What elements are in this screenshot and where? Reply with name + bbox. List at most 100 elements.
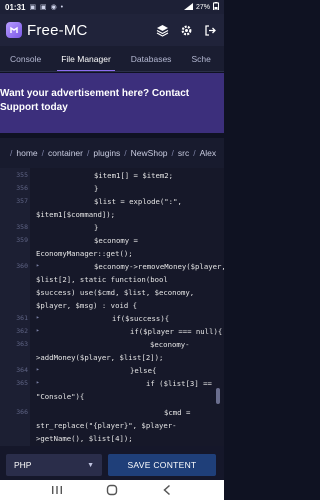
code-line: 366 $cmd = <box>0 408 224 420</box>
status-bar: 01:31 ▣ ▣ ◉ • 27% <box>0 0 224 14</box>
code-text: str_replace("{player}", $player- <box>36 421 177 430</box>
signal-icon <box>183 2 193 12</box>
line-number: 363 <box>16 340 28 348</box>
tab-label: Sche <box>191 53 211 64</box>
line-number: 365 <box>16 379 28 387</box>
code-line: 359 $economy = <box>0 236 224 248</box>
status-right: 27% <box>183 2 219 12</box>
line-number: 357 <box>16 197 28 205</box>
ad-text: Want your advertisement here? Contact Su… <box>0 88 190 113</box>
tab-label: Console <box>10 53 42 64</box>
code-text: $cmd = <box>164 408 191 417</box>
code-text: $item1[$command]); <box>36 210 116 219</box>
language-value: PHP <box>14 460 32 470</box>
code-line: $item1[$command]); <box>0 210 224 222</box>
notification-icons: ▣ ▣ ◉ • <box>29 4 65 11</box>
save-content-button[interactable]: SAVE CONTENT <box>108 454 216 476</box>
breadcrumb-separator: / <box>41 148 45 158</box>
breadcrumb: / home / container / plugins / NewShop /… <box>0 138 224 168</box>
breadcrumb-item[interactable]: plugins <box>93 148 120 158</box>
battery-icon <box>213 2 219 12</box>
fold-marker-icon[interactable]: ▸ <box>36 366 40 373</box>
code-text: if($success){ <box>112 314 170 323</box>
tab-label: Databases <box>130 53 172 64</box>
code-line: >getName(), $list[4]); <box>0 434 224 446</box>
logo-icon[interactable] <box>6 22 22 38</box>
code-line: $player, $msg) : void { <box>0 301 224 313</box>
breadcrumb-item[interactable]: home <box>16 148 37 158</box>
logo-text[interactable]: Free-MC <box>27 22 88 39</box>
app-header: Free-MC <box>0 14 224 46</box>
chevron-down-icon: ▼ <box>87 461 94 469</box>
code-text: if($player === null){ <box>130 327 223 336</box>
breadcrumb-separator: / <box>193 148 196 158</box>
code-text: $list = explode(":", <box>94 197 182 206</box>
server-tabs: Console File Manager Databases Sche <box>0 46 224 72</box>
fold-marker-icon[interactable]: ▸ <box>36 262 40 269</box>
line-number: 364 <box>16 366 28 374</box>
code-line: EconomyManager::get(); <box>0 249 224 261</box>
code-line: 361 ▸ if($success){ <box>0 314 224 326</box>
code-text: EconomyManager::get(); <box>36 249 133 258</box>
code-line: $success) use($cmd, $list, $economy, <box>0 288 224 300</box>
code-text: } <box>94 223 99 232</box>
line-number: 366 <box>16 408 28 416</box>
code-line: 365 ▸ if ($list[3] == <box>0 379 224 391</box>
home-icon[interactable] <box>105 483 119 497</box>
code-text: $economy = <box>94 236 138 245</box>
fold-marker-icon[interactable]: ▸ <box>36 314 40 321</box>
breadcrumb-item[interactable]: container <box>48 148 83 158</box>
code-editor[interactable]: 355 $item1[] = $item2; 356} 357 $list = expl… <box>0 168 224 446</box>
recent-apps-icon[interactable] <box>50 483 64 497</box>
code-text: $list[2], static function(bool <box>36 275 168 284</box>
code-line: 362 ▸ if($player === null){ <box>0 327 224 339</box>
layers-icon[interactable] <box>155 23 170 38</box>
code-line: 358} <box>0 223 224 235</box>
breadcrumb-item[interactable]: NewShop <box>131 148 168 158</box>
breadcrumb-separator: / <box>171 148 174 158</box>
tab-databases[interactable]: Databases <box>121 46 182 71</box>
code-text: } <box>94 184 99 193</box>
language-select[interactable]: PHP ▼ <box>6 454 102 476</box>
breadcrumb-separator: / <box>86 148 90 158</box>
gear-icon[interactable] <box>179 23 194 38</box>
line-number: 360 <box>16 262 28 270</box>
code-line: 360 ▸ $economy->removeMoney($player, <box>0 262 224 274</box>
tab-schedules[interactable]: Sche <box>181 46 220 71</box>
breadcrumb-separator: / <box>10 148 13 158</box>
code-line: 356} <box>0 184 224 196</box>
android-nav-bar <box>0 480 224 500</box>
code-text: >getName(), $list[4]); <box>36 434 133 443</box>
breadcrumb-item[interactable]: src <box>178 148 189 158</box>
line-number: 356 <box>16 184 28 192</box>
logout-icon[interactable] <box>203 23 218 38</box>
code-text: >addMoney($player, $list[2]); <box>36 353 164 362</box>
code-text: "Console"){ <box>36 392 85 401</box>
line-number: 359 <box>16 236 28 244</box>
code-line: "Console"){ <box>0 392 224 404</box>
code-text: $item1[] = $item2; <box>94 171 174 180</box>
code-line: str_replace("{player}", $player- <box>0 421 224 433</box>
code-line: $list[2], static function(bool <box>0 275 224 287</box>
fold-marker-icon[interactable]: ▸ <box>36 327 40 334</box>
code-line: 357 $list = explode(":", <box>0 197 224 209</box>
line-number: 358 <box>16 223 28 231</box>
line-number: 355 <box>16 171 28 179</box>
code-line: 355 $item1[] = $item2; <box>0 171 224 183</box>
battery-level: 27% <box>195 3 210 11</box>
code-text: }else{ <box>130 366 157 375</box>
code-text: if ($list[3] == <box>146 379 212 388</box>
code-line: 364 ▸ }else{ <box>0 366 224 378</box>
tab-console[interactable]: Console <box>0 46 51 71</box>
fold-marker-icon[interactable]: ▸ <box>36 379 40 386</box>
breadcrumb-separator: / <box>124 148 127 158</box>
line-number: 362 <box>16 327 28 335</box>
code-text: $economy- <box>150 340 190 349</box>
line-number: 361 <box>16 314 28 322</box>
status-time: 01:31 <box>5 2 26 12</box>
tab-file-manager[interactable]: File Manager <box>51 46 121 71</box>
editor-footer: PHP ▼ SAVE CONTENT <box>0 446 224 480</box>
back-icon[interactable] <box>160 483 174 497</box>
breadcrumb-item[interactable]: Alex <box>200 148 217 158</box>
ad-banner[interactable]: Want your advertisement here? Contact Su… <box>0 73 224 133</box>
